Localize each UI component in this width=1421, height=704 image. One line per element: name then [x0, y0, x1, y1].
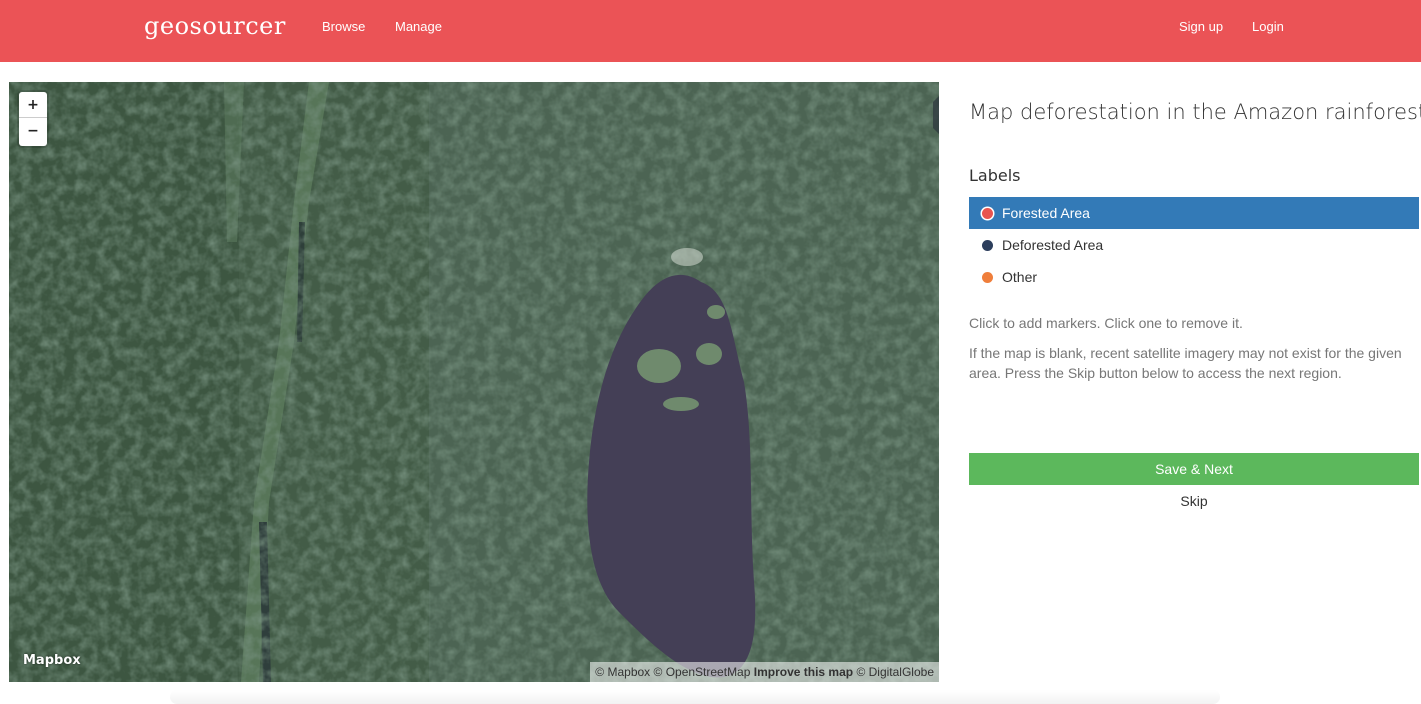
nav-browse-link[interactable]: Browse — [322, 19, 365, 34]
label-text: Forested Area — [1002, 205, 1090, 221]
zoom-out-button[interactable]: − — [19, 118, 47, 144]
other-color-dot-icon — [982, 272, 993, 283]
label-text: Deforested Area — [1002, 237, 1104, 253]
save-next-button[interactable]: Save & Next — [969, 453, 1419, 485]
label-item-forested-area[interactable]: Forested Area — [969, 197, 1419, 229]
instructions-text: Click to add markers. Click one to remov… — [969, 315, 1243, 331]
digitalglobe-attribution-link[interactable]: © DigitalGlobe — [856, 665, 934, 679]
blank-map-help-text: If the map is blank, recent satellite im… — [969, 345, 1402, 381]
map-attribution: © Mapbox © OpenStreetMap Improve this ma… — [590, 662, 939, 682]
zoom-in-button[interactable]: + — [19, 92, 47, 118]
nav-manage-link[interactable]: Manage — [395, 19, 442, 34]
top-navbar: geosourcer Browse Manage Sign up Login — [0, 0, 1421, 62]
brand-logo[interactable]: geosourcer — [144, 12, 286, 40]
label-item-other[interactable]: Other — [969, 261, 1419, 293]
forested-color-dot-icon — [982, 208, 993, 219]
nav-login-link[interactable]: Login — [1252, 19, 1284, 34]
task-title: Map deforestation in the Amazon rainfore… — [969, 100, 1421, 124]
satellite-imagery — [9, 82, 939, 682]
nav-signup-link[interactable]: Sign up — [1179, 19, 1223, 34]
label-list: Forested Area Deforested Area Other — [969, 197, 1419, 293]
mapbox-logo[interactable]: Mapbox — [23, 653, 81, 668]
footer-shadow — [170, 690, 1220, 704]
label-item-deforested-area[interactable]: Deforested Area — [969, 229, 1419, 261]
osm-attribution-link[interactable]: © OpenStreetMap — [654, 665, 751, 679]
label-text: Other — [1002, 269, 1038, 285]
improve-map-link[interactable]: Improve this map — [754, 665, 853, 679]
mapbox-attribution-link[interactable]: © Mapbox — [595, 665, 650, 679]
deforested-color-dot-icon — [982, 240, 993, 251]
zoom-control: + − — [19, 92, 47, 146]
satellite-map[interactable]: + − Mapbox © Mapbox © OpenStreetMap Impr… — [9, 82, 939, 682]
skip-button[interactable]: Skip — [969, 485, 1419, 517]
labels-heading: Labels — [969, 166, 1021, 185]
